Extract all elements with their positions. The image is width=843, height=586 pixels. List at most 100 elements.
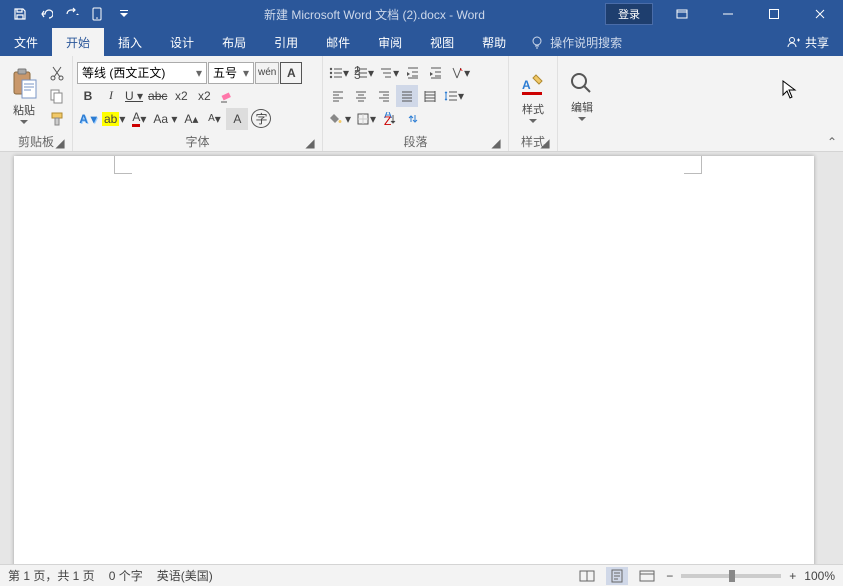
tab-layout[interactable]: 布局: [208, 28, 260, 56]
tab-references[interactable]: 引用: [260, 28, 312, 56]
clipboard-label: 剪贴板◢: [4, 133, 68, 149]
text-effects-button[interactable]: A ▾: [77, 108, 99, 130]
increase-indent-button[interactable]: [425, 62, 447, 84]
subscript-button[interactable]: x2: [170, 85, 192, 107]
superscript-button[interactable]: x2: [193, 85, 215, 107]
styles-group-label: 样式◢: [513, 133, 553, 149]
font-size-combo[interactable]: 五号▾: [208, 62, 254, 84]
svg-text:3: 3: [354, 68, 361, 80]
tab-home[interactable]: 开始: [52, 28, 104, 56]
char-shading-button[interactable]: 字: [249, 108, 273, 130]
tab-mail[interactable]: 邮件: [312, 28, 364, 56]
strikethrough-button[interactable]: abc: [146, 85, 169, 107]
chevron-down-icon: [529, 119, 537, 123]
bullets-button[interactable]: ▾: [327, 62, 351, 84]
zoom-slider[interactable]: [681, 574, 781, 578]
ribbon-tabs: 文件 开始 插入 设计 布局 引用 邮件 审阅 视图 帮助 操作说明搜索 共享: [0, 28, 843, 56]
minimize-button[interactable]: [705, 0, 751, 28]
zoom-in-button[interactable]: +: [789, 569, 796, 583]
shrink-font-button[interactable]: A▾: [203, 108, 225, 130]
svg-text:Z: Z: [384, 114, 391, 126]
margin-marker-left: [114, 156, 132, 174]
highlight-button[interactable]: ab ▾: [100, 108, 127, 130]
zoom-out-button[interactable]: −: [666, 569, 673, 583]
undo-button[interactable]: [34, 2, 58, 26]
styles-label: 样式: [522, 101, 544, 117]
change-case-button[interactable]: Aa ▾: [151, 108, 179, 130]
phonetic-guide-button[interactable]: wén: [255, 62, 279, 84]
read-mode-button[interactable]: [576, 567, 598, 585]
cut-button[interactable]: [46, 62, 68, 84]
qat-customize-button[interactable]: [112, 2, 136, 26]
asian-layout-button[interactable]: ▾: [448, 62, 472, 84]
document-page[interactable]: [14, 156, 814, 564]
tab-review[interactable]: 审阅: [364, 28, 416, 56]
copy-button[interactable]: [46, 85, 68, 107]
maximize-button[interactable]: [751, 0, 797, 28]
document-area[interactable]: [0, 152, 843, 564]
save-button[interactable]: [8, 2, 32, 26]
shading-button[interactable]: ▾: [327, 108, 353, 130]
editing-group-label: [562, 133, 602, 149]
multilevel-list-button[interactable]: ▾: [377, 62, 401, 84]
align-distributed-button[interactable]: [419, 85, 441, 107]
align-center-button[interactable]: [350, 85, 372, 107]
ribbon-options-button[interactable]: [659, 0, 705, 28]
tab-help[interactable]: 帮助: [468, 28, 520, 56]
tab-view[interactable]: 视图: [416, 28, 468, 56]
redo-button[interactable]: [60, 2, 84, 26]
print-layout-button[interactable]: [606, 567, 628, 585]
editing-button[interactable]: 编辑: [562, 58, 602, 133]
window-title: 新建 Microsoft Word 文档 (2).docx - Word: [144, 6, 605, 23]
word-count[interactable]: 0 个字: [109, 567, 143, 584]
italic-button[interactable]: I: [100, 85, 122, 107]
decrease-indent-button[interactable]: [402, 62, 424, 84]
styles-launcher[interactable]: ◢: [539, 137, 551, 149]
share-icon: [787, 35, 801, 49]
borders-button[interactable]: ▾: [354, 108, 378, 130]
page-count[interactable]: 第 1 页，共 1 页: [8, 567, 95, 584]
sort-button[interactable]: AZ: [379, 108, 401, 130]
clear-formatting-button[interactable]: [216, 85, 238, 107]
status-bar: 第 1 页，共 1 页 0 个字 英语(美国) − + 100%: [0, 564, 843, 586]
numbering-button[interactable]: 123▾: [352, 62, 376, 84]
format-painter-button[interactable]: [46, 108, 68, 130]
touch-mode-button[interactable]: [86, 2, 110, 26]
tell-me-search[interactable]: 操作说明搜索: [520, 28, 632, 56]
styles-button[interactable]: A 样式: [513, 58, 553, 133]
editing-label: 编辑: [571, 99, 593, 115]
paste-button[interactable]: 粘贴: [4, 58, 44, 133]
character-border-button[interactable]: A: [280, 62, 302, 84]
language-status[interactable]: 英语(美国): [157, 567, 213, 584]
line-spacing-button[interactable]: ▾: [442, 85, 466, 107]
align-justify-button[interactable]: [396, 85, 418, 107]
login-button[interactable]: 登录: [605, 3, 653, 25]
align-left-button[interactable]: [327, 85, 349, 107]
enclose-char-button[interactable]: A: [226, 108, 248, 130]
font-name-combo[interactable]: 等线 (西文正文)▾: [77, 62, 207, 84]
font-launcher[interactable]: ◢: [304, 137, 316, 149]
paragraph-label: 段落◢: [327, 133, 504, 149]
paragraph-launcher[interactable]: ◢: [490, 137, 502, 149]
paste-icon: [10, 68, 38, 100]
show-marks-button[interactable]: [402, 108, 424, 130]
tab-file[interactable]: 文件: [0, 28, 52, 56]
share-button[interactable]: 共享: [773, 28, 843, 56]
align-right-button[interactable]: [373, 85, 395, 107]
zoom-level[interactable]: 100%: [804, 569, 835, 583]
group-paragraph: ▾ 123▾ ▾ ▾ ▾ ▾ ▾ AZ 段落◢: [323, 56, 509, 151]
svg-text:A: A: [522, 78, 531, 92]
underline-button[interactable]: U ▾: [123, 85, 145, 107]
collapse-ribbon-button[interactable]: ⌃: [827, 135, 837, 149]
lightbulb-icon: [530, 35, 544, 49]
window-controls: [659, 0, 843, 28]
group-styles: A 样式 样式◢: [509, 56, 558, 151]
tab-design[interactable]: 设计: [156, 28, 208, 56]
web-layout-button[interactable]: [636, 567, 658, 585]
bold-button[interactable]: B: [77, 85, 99, 107]
tab-insert[interactable]: 插入: [104, 28, 156, 56]
grow-font-button[interactable]: A▴: [180, 108, 202, 130]
clipboard-launcher[interactable]: ◢: [54, 137, 66, 149]
close-button[interactable]: [797, 0, 843, 28]
font-color-button[interactable]: A ▾: [128, 108, 150, 130]
